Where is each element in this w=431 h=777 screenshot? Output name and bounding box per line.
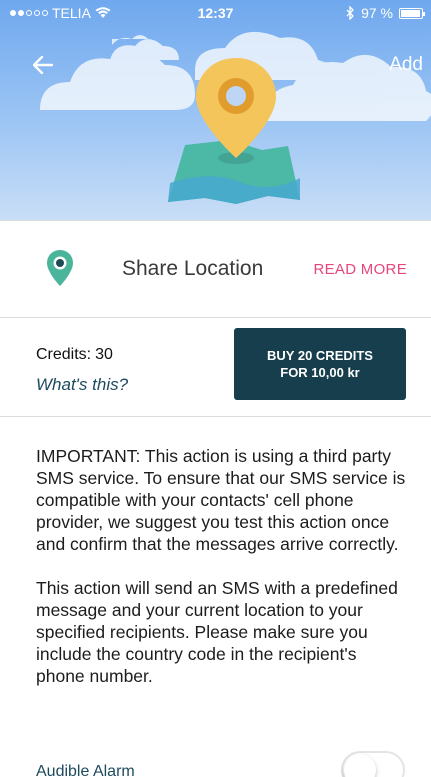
credits-label: Credits:	[36, 346, 92, 363]
important-paragraph: IMPORTANT: This action is using a third …	[36, 446, 406, 554]
divider	[0, 416, 431, 417]
whats-this-link[interactable]: What's this?	[36, 375, 128, 395]
header-illustration: TELIA 12:37 97 % Add	[0, 0, 431, 220]
read-more-link[interactable]: READ MORE	[313, 261, 407, 278]
location-pin-icon	[47, 250, 73, 286]
buy-credits-button[interactable]: BUY 20 CREDITS FOR 10,00 kr	[234, 328, 406, 400]
description-paragraph: This action will send an SMS with a pred…	[36, 578, 398, 686]
status-bar: TELIA 12:37 97 %	[0, 0, 431, 24]
action-row: Share Location READ MORE	[0, 221, 431, 316]
sky-scene-illustration	[40, 31, 431, 204]
buy-button-line1: BUY 20 CREDITS	[267, 348, 373, 363]
info-text: IMPORTANT: This action is using a third …	[36, 445, 408, 687]
status-right: 97 %	[346, 5, 425, 21]
arrow-left-icon	[33, 56, 53, 74]
audible-alarm-label: Audible Alarm	[36, 763, 135, 777]
credits-row: Credits: 30 What's this? BUY 20 CREDITS F…	[0, 318, 431, 416]
buy-button-line2: FOR 10,00 kr	[280, 365, 360, 380]
battery-fill	[401, 9, 421, 17]
battery-icon	[399, 7, 425, 19]
screen: TELIA 12:37 97 % Add Share Location READ…	[0, 0, 431, 777]
audible-alarm-toggle[interactable]	[341, 751, 405, 777]
action-title: Share Location	[122, 257, 264, 280]
add-button[interactable]: Add	[389, 54, 423, 76]
toggle-knob	[344, 754, 376, 777]
bluetooth-icon	[346, 6, 354, 20]
credits-value: 30	[95, 346, 113, 363]
credits-count: Credits: 30	[36, 346, 113, 364]
battery-percent: 97 %	[361, 5, 393, 21]
back-button[interactable]	[28, 50, 58, 80]
